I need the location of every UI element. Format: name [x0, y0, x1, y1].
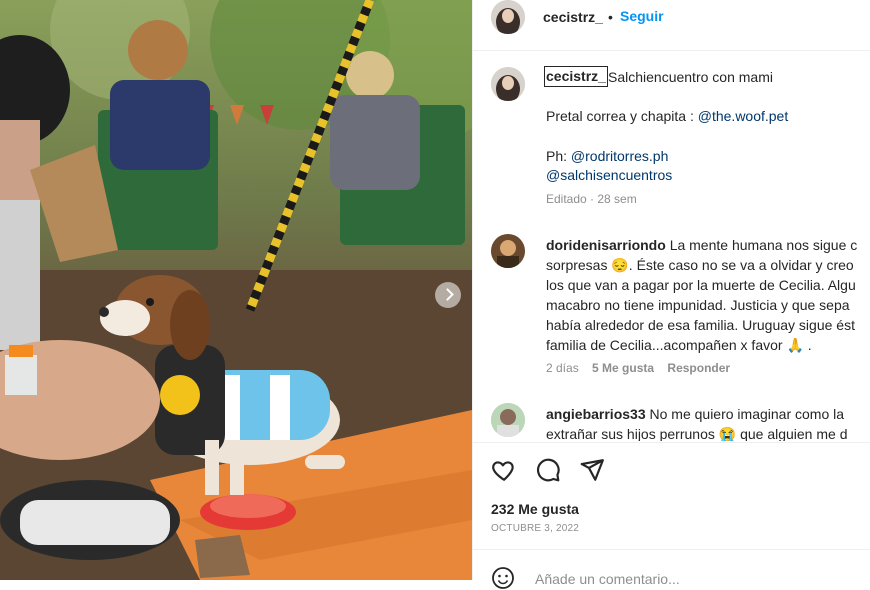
- comment-input[interactable]: [533, 570, 837, 588]
- caption-title: Salchiencuentro con mami: [608, 69, 773, 85]
- post-actions: 232 Me gusta OCTUBRE 3, 2022: [473, 442, 870, 589]
- caption-line-2-text: Ph:: [546, 148, 571, 164]
- comment-meta: 2 días 5 Me gusta Responder: [546, 361, 730, 375]
- caption-line-2: Ph: @rodritorres.ph: [546, 146, 668, 166]
- mention-link[interactable]: @rodritorres.ph: [571, 148, 668, 164]
- commenter-username[interactable]: angiebarrios33: [546, 406, 646, 422]
- comment-text: extrañar sus hijos perrunos 😭 que alguie…: [546, 426, 848, 441]
- comment-icon[interactable]: [535, 457, 561, 483]
- caption-username[interactable]: cecistrz_: [544, 66, 608, 87]
- add-comment-bar: [473, 549, 870, 590]
- comment-text: familia de Cecilia...acompañen x favor 🙏…: [546, 337, 812, 353]
- avatar-image: [491, 67, 525, 101]
- comment-text: La mente humana nos sigue c: [669, 237, 858, 253]
- carousel-next-button[interactable]: [435, 282, 461, 308]
- caption-meta: Editado · 28 sem: [546, 192, 637, 206]
- author-avatar[interactable]: [491, 0, 525, 34]
- mention-link[interactable]: @salchisencuentros: [546, 167, 672, 183]
- dog-photo-illustration: [0, 0, 472, 580]
- separator-dot: •: [608, 9, 613, 25]
- post-date: OCTUBRE 3, 2022: [491, 523, 580, 534]
- comment-line: angiebarrios33 No me quiero imaginar com…: [546, 404, 844, 424]
- comments-list[interactable]: cecistrz_ Salchiencuentro con mami Preta…: [473, 51, 870, 441]
- post-header: cecistrz_ • Seguir: [473, 0, 870, 51]
- avatar-image: [491, 403, 525, 437]
- comment-text: No me quiero imaginar como la: [649, 406, 845, 422]
- heart-icon[interactable]: [491, 457, 517, 483]
- avatar-image: [491, 234, 525, 268]
- comment-time: 2 días: [546, 361, 579, 375]
- follow-button[interactable]: Seguir: [620, 8, 664, 24]
- smiley-icon[interactable]: [491, 566, 515, 590]
- commenter-avatar[interactable]: [491, 403, 525, 437]
- avatar-image: [491, 0, 525, 34]
- commenter-avatar[interactable]: [491, 234, 525, 268]
- comment-line: doridenisarriondo La mente humana nos si…: [546, 235, 857, 255]
- reply-button[interactable]: Responder: [667, 361, 730, 375]
- paper-plane-icon[interactable]: [579, 457, 605, 483]
- post-side-panel: cecistrz_ • Seguir cecistrz_ Salchiencue…: [472, 0, 870, 589]
- comment-likes[interactable]: 5 Me gusta: [592, 361, 654, 375]
- caption-line-1: Pretal correa y chapita : @the.woof.pet: [546, 106, 788, 126]
- comment-text: sorpresas 😔. Éste caso no se va a olvida…: [546, 257, 854, 273]
- comment-text: los que van a pagar por la muerte de Cec…: [546, 277, 856, 293]
- likes-count[interactable]: 232 Me gusta: [491, 501, 579, 517]
- caption-line-3: @salchisencuentros: [546, 165, 672, 185]
- caption-avatar[interactable]: [491, 67, 525, 101]
- author-username[interactable]: cecistrz_: [543, 9, 603, 25]
- mention-link[interactable]: @the.woof.pet: [698, 108, 789, 124]
- post-photo[interactable]: [0, 0, 472, 580]
- commenter-username[interactable]: doridenisarriondo: [546, 237, 666, 253]
- comment-text: había alrededor de esa familia. Uruguay …: [546, 317, 855, 333]
- caption-line-1-text: Pretal correa y chapita :: [546, 108, 698, 124]
- comment-text: macabro no tiene impunidad. Justicia y q…: [546, 297, 850, 313]
